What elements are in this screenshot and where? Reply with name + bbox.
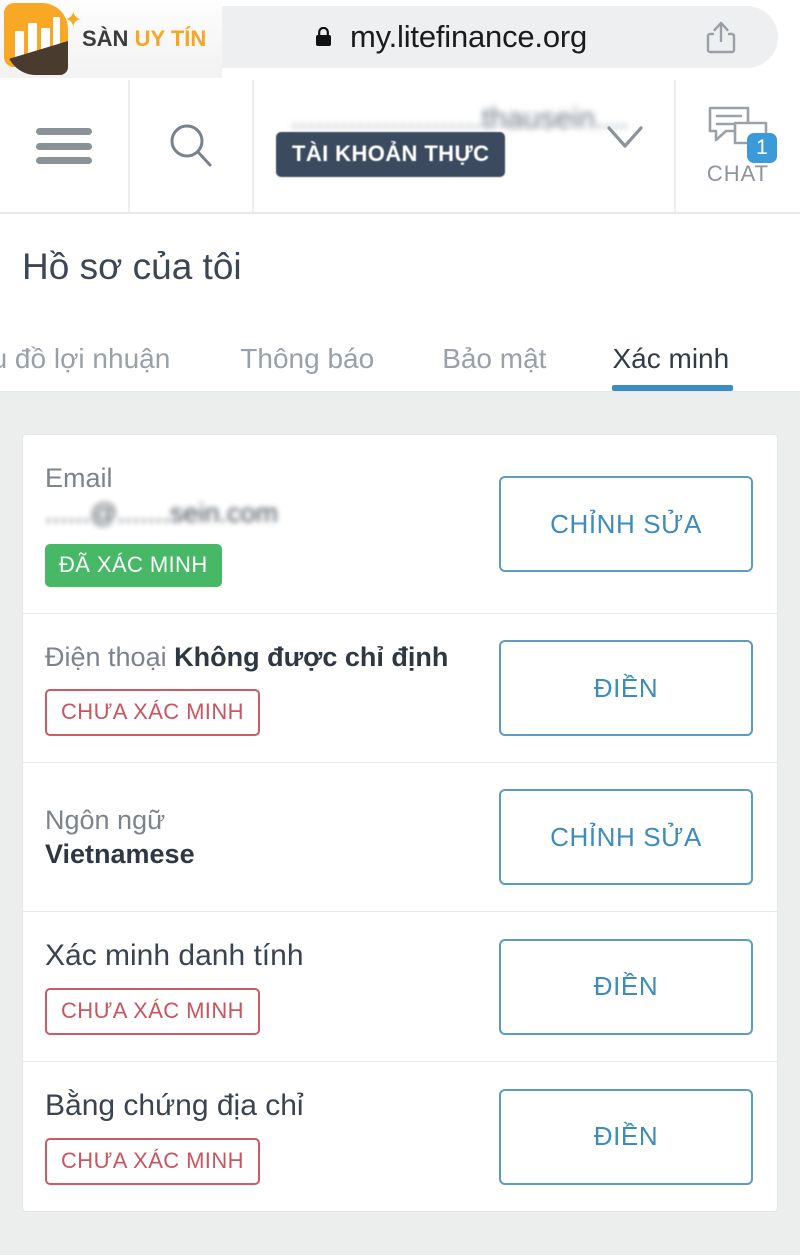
row-phone: Điện thoại Không được chỉ định CHƯA XÁC … (23, 614, 777, 764)
language-value: Vietnamese (45, 839, 195, 870)
row-phone-info: Điện thoại Không được chỉ định CHƯA XÁC … (45, 640, 448, 737)
chat-bubbles-icon: 1 (707, 105, 777, 163)
app-screen: my.litefinance.org ✦ SÀN UY TÍN ........… (0, 0, 800, 1255)
row-address-info: Bằng chứng địa chỉ CHƯA XÁC MINH (45, 1088, 304, 1186)
logo-text-accent: UY TÍN (134, 26, 207, 51)
identity-fill-button[interactable]: ĐIỀN (499, 938, 753, 1035)
row-address-proof: Bằng chứng địa chỉ CHƯA XÁC MINH ĐIỀN (23, 1062, 777, 1211)
phone-label: Điện thoại (45, 642, 167, 673)
email-value: ......@.......sein.com (45, 497, 278, 528)
email-status-badge: ĐÃ XÁC MINH (45, 544, 222, 588)
phone-fill-button[interactable]: ĐIỀN (499, 640, 753, 737)
verification-content: Email ......@.......sein.com ĐÃ XÁC MINH… (0, 392, 800, 1255)
sparkle-icon: ✦ (64, 7, 83, 32)
row-identity: Xác minh danh tính CHƯA XÁC MINH ĐIỀN (23, 912, 777, 1063)
chat-label: CHAT (706, 161, 770, 186)
language-label: Ngôn ngữ (45, 804, 166, 835)
identity-label: Xác minh danh tính (45, 939, 304, 973)
chat-unread-badge: 1 (747, 133, 777, 163)
row-email-info: Email ......@.......sein.com ĐÃ XÁC MINH (45, 461, 278, 588)
chevron-down-icon[interactable] (606, 124, 644, 150)
site-watermark-logo: ✦ SÀN UY TÍN (0, 0, 222, 78)
share-icon[interactable] (706, 20, 736, 54)
url-text: my.litefinance.org (350, 19, 588, 54)
lock-icon (316, 27, 331, 46)
tab-security[interactable]: Bảo mật (442, 343, 546, 391)
account-selector[interactable]: .......................thausein.... TÀI … (254, 80, 676, 212)
logo-text: SÀN UY TÍN (82, 26, 206, 52)
menu-button[interactable] (0, 80, 130, 212)
phone-status-badge: CHƯA XÁC MINH (45, 689, 260, 737)
row-identity-info: Xác minh danh tính CHƯA XÁC MINH (45, 938, 304, 1036)
logo-text-primary: SÀN (82, 26, 129, 51)
logo-chart-icon: ✦ (2, 3, 82, 75)
search-icon (170, 124, 212, 167)
site-top-nav: .......................thausein.... TÀI … (0, 80, 800, 214)
tab-notifications[interactable]: Thông báo (240, 343, 374, 391)
row-language-info: Ngôn ngữ Vietnamese (45, 803, 195, 872)
tab-profit-chart[interactable]: ểu đồ lợi nhuận (0, 343, 170, 391)
hamburger-menu-icon (36, 128, 92, 164)
language-edit-button[interactable]: CHỈNH SỬA (499, 789, 753, 886)
row-language: Ngôn ngữ Vietnamese CHỈNH SỬA (23, 763, 777, 913)
profile-tabs: ểu đồ lợi nhuận Thông báo Bảo mật Xác mi… (0, 320, 800, 392)
row-email: Email ......@.......sein.com ĐÃ XÁC MINH… (23, 435, 777, 615)
address-status-badge: CHƯA XÁC MINH (45, 1138, 260, 1186)
page-title: Hồ sơ của tôi (0, 214, 800, 320)
phone-text: Điện thoại Không được chỉ định (45, 640, 448, 675)
browser-address-bar: my.litefinance.org ✦ SÀN UY TÍN (0, 0, 800, 80)
address-fill-button[interactable]: ĐIỀN (499, 1088, 753, 1185)
search-button[interactable] (130, 80, 254, 212)
account-type-badge: TÀI KHOẢN THỰC (276, 132, 506, 177)
phone-value: Không được chỉ định (174, 642, 449, 673)
address-label: Bằng chứng địa chỉ (45, 1089, 304, 1123)
verification-card: Email ......@.......sein.com ĐÃ XÁC MINH… (22, 434, 778, 1213)
email-edit-button[interactable]: CHỈNH SỬA (499, 476, 753, 573)
tab-verification[interactable]: Xác minh (612, 343, 733, 391)
chat-button[interactable]: 1 CHAT (676, 80, 800, 212)
email-label: Email (45, 463, 113, 493)
identity-status-badge: CHƯA XÁC MINH (45, 988, 260, 1036)
